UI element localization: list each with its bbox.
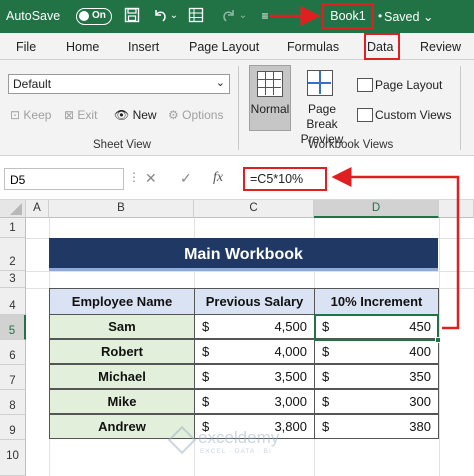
excel-window: AutoSave On ⌄ ⌄ ≡ Book1 • Saved ⌄ File H…: [0, 0, 474, 476]
annotation-arrows: [270, 6, 460, 330]
arrow-to-formula: [331, 167, 460, 330]
